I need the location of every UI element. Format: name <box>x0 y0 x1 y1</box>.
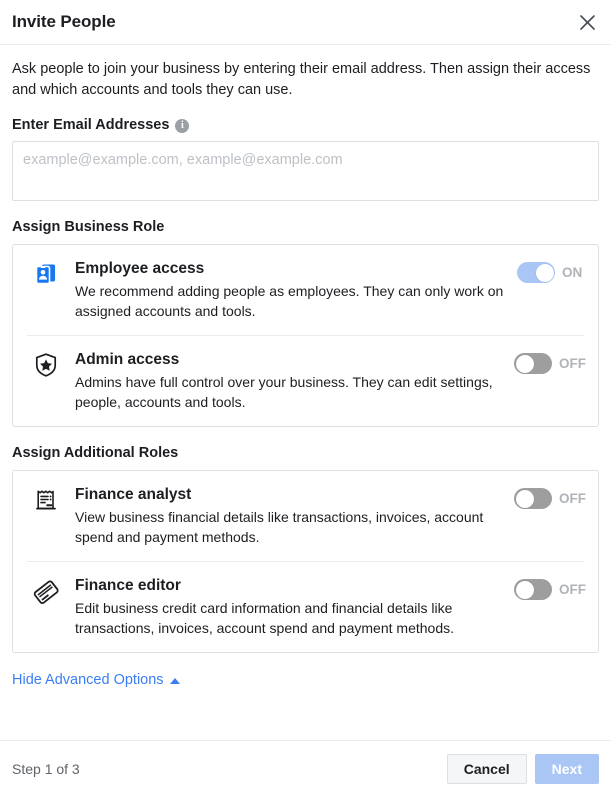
credit-card-icon <box>29 576 63 606</box>
role-row-employee-access[interactable]: Employee access We recommend adding peop… <box>13 245 598 335</box>
info-icon[interactable]: i <box>175 119 190 133</box>
role-text-employee-access: Employee access We recommend adding peop… <box>63 259 517 321</box>
role-text-finance-analyst: Finance analyst View business financial … <box>63 485 514 547</box>
email-input[interactable] <box>12 141 599 201</box>
modal-footer: Step 1 of 3 Cancel Next <box>0 740 611 797</box>
business-role-card: Employee access We recommend adding peop… <box>12 244 599 427</box>
role-description: Admins have full control over your busin… <box>75 374 493 410</box>
step-indicator: Step 1 of 3 <box>12 761 80 777</box>
toggle-finance-analyst[interactable] <box>514 488 552 509</box>
role-title: Finance editor <box>75 577 181 594</box>
role-text-admin-access: Admin access Admins have full control ov… <box>63 350 514 412</box>
cancel-button[interactable]: Cancel <box>446 754 527 784</box>
toggle-finance-editor[interactable] <box>514 579 552 600</box>
role-toggle-group-finance-editor: OFF <box>514 576 586 600</box>
toggle-admin-access[interactable] <box>514 353 552 374</box>
role-toggle-group-employee-access: ON <box>517 259 586 283</box>
role-description: We recommend adding people as employees.… <box>75 283 504 319</box>
role-description: Edit business credit card information an… <box>75 600 454 636</box>
role-title: Finance analyst <box>75 486 192 503</box>
modal-body: Ask people to join your business by ente… <box>0 45 611 689</box>
shield-star-icon <box>29 350 63 378</box>
additional-roles-card: Finance analyst View business financial … <box>12 470 599 653</box>
role-text-finance-editor: Finance editor Edit business credit card… <box>63 576 514 638</box>
additional-roles-label: Assign Additional Roles <box>12 445 599 461</box>
toggle-state-label: OFF <box>559 356 586 371</box>
toggle-state-label: ON <box>562 265 583 280</box>
toggle-knob <box>515 354 534 373</box>
close-icon[interactable] <box>574 9 600 35</box>
toggle-employee-access[interactable] <box>517 262 555 283</box>
business-role-label: Assign Business Role <box>12 219 599 235</box>
email-label-text: Enter Email Addresses <box>12 117 170 133</box>
role-toggle-group-admin-access: OFF <box>514 350 586 374</box>
modal-header: Invite People <box>0 0 611 45</box>
additional-roles-label-text: Assign Additional Roles <box>12 445 179 461</box>
role-row-finance-editor[interactable]: Finance editor Edit business credit card… <box>13 562 598 652</box>
footer-buttons: Cancel Next <box>446 754 599 784</box>
role-title: Employee access <box>75 260 205 277</box>
role-description: View business financial details like tra… <box>75 509 484 545</box>
intro-text: Ask people to join your business by ente… <box>12 61 591 98</box>
toggle-knob <box>515 489 534 508</box>
toggle-knob <box>515 580 534 599</box>
business-role-label-text: Assign Business Role <box>12 219 165 235</box>
toggle-state-label: OFF <box>559 491 586 506</box>
role-toggle-group-finance-analyst: OFF <box>514 485 586 509</box>
email-section-label: Enter Email Addresses i <box>12 117 599 133</box>
toggle-knob <box>535 263 554 282</box>
role-row-finance-analyst[interactable]: Finance analyst View business financial … <box>13 471 598 561</box>
page-title: Invite People <box>12 12 116 31</box>
hide-advanced-options-link[interactable]: Hide Advanced Options <box>12 672 180 688</box>
hide-advanced-options-label: Hide Advanced Options <box>12 672 164 688</box>
receipt-icon <box>29 485 63 513</box>
next-button[interactable]: Next <box>534 754 599 784</box>
toggle-state-label: OFF <box>559 582 586 597</box>
role-title: Admin access <box>75 351 180 368</box>
role-row-admin-access[interactable]: Admin access Admins have full control ov… <box>13 336 598 426</box>
chevron-up-icon <box>169 678 180 684</box>
employee-badge-icon <box>29 259 63 287</box>
